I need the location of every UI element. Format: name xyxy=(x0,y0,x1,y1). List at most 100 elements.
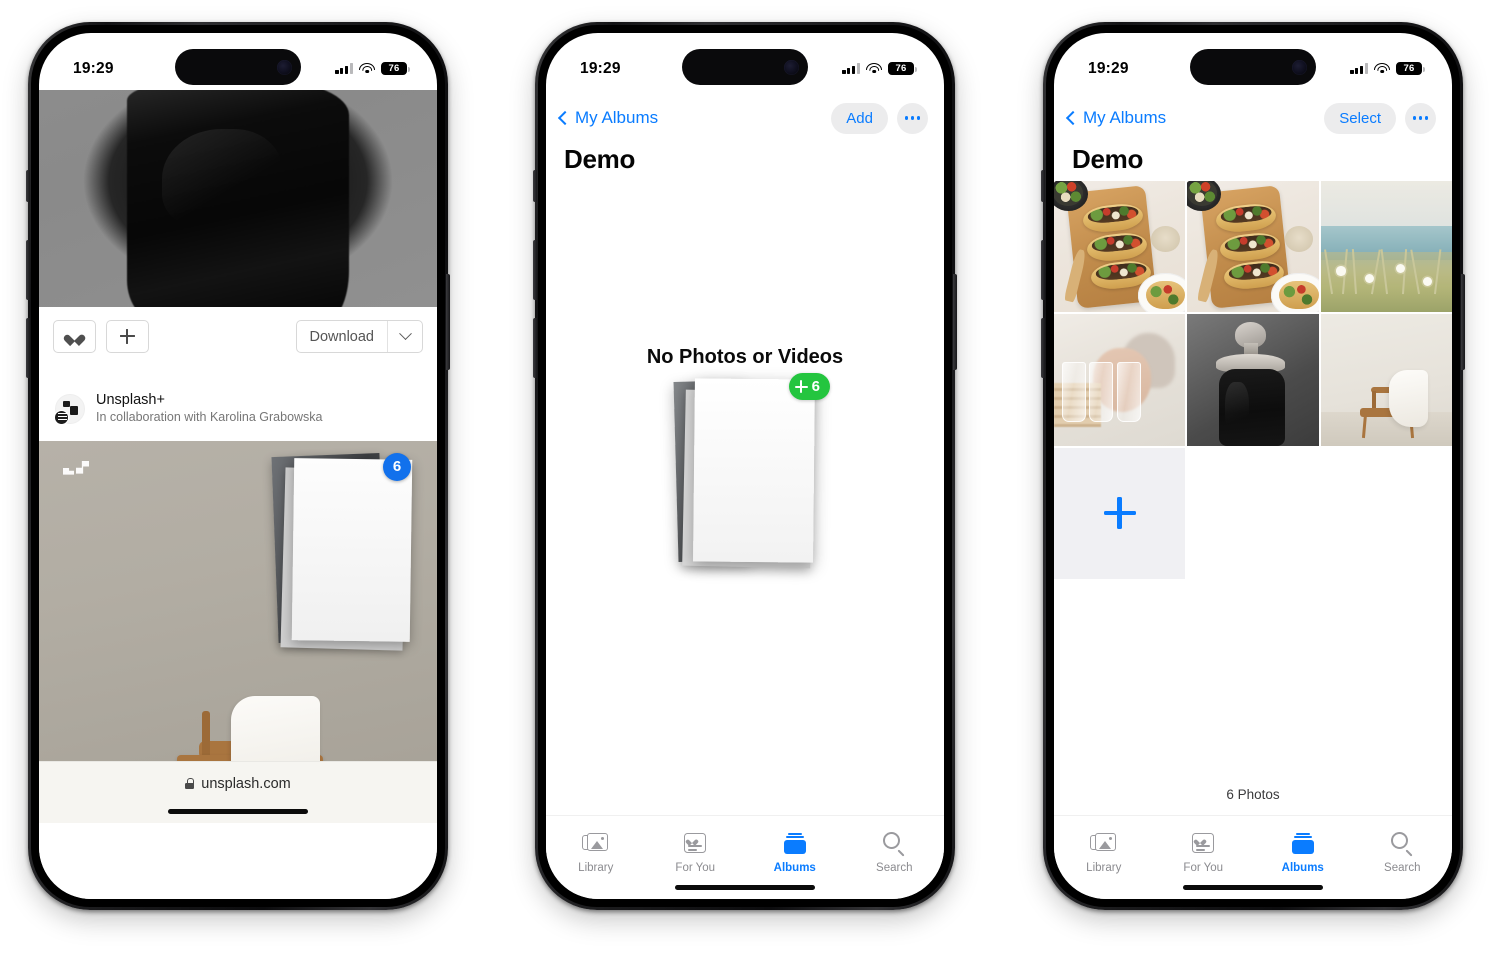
lock-icon xyxy=(185,778,195,790)
tacos-artwork xyxy=(1187,181,1319,313)
volume-down-button[interactable] xyxy=(533,318,537,378)
author-info: Unsplash+ In collaboration with Karolina… xyxy=(96,391,323,427)
volume-down-button[interactable] xyxy=(1041,318,1045,378)
back-to-my-albums[interactable]: My Albums xyxy=(1065,108,1167,128)
nav-actions: Select xyxy=(1324,102,1436,134)
silent-switch[interactable] xyxy=(533,170,537,202)
bw-portrait-artwork xyxy=(1187,314,1319,446)
empty-state-title: No Photos or Videos xyxy=(646,346,844,368)
albums-icon xyxy=(1290,830,1316,856)
tab-search-label: Search xyxy=(876,862,913,874)
status-time: 19:29 xyxy=(580,59,621,77)
album-title: Demo xyxy=(1072,144,1144,174)
drop-sheet-front xyxy=(693,378,815,563)
drop-count-badge: 6 xyxy=(788,373,830,400)
library-icon xyxy=(582,830,609,856)
power-button[interactable] xyxy=(953,274,957,370)
add-photos-tile[interactable] xyxy=(1054,447,1186,579)
dynamic-island xyxy=(1190,49,1316,85)
coast-artwork xyxy=(1320,181,1452,313)
battery-icon: 76 xyxy=(888,62,917,75)
status-time: 19:29 xyxy=(73,59,114,77)
author-name: Unsplash+ xyxy=(96,392,165,408)
photo-tile[interactable] xyxy=(1187,181,1319,313)
photo-tile[interactable] xyxy=(1054,314,1186,446)
tab-bar: Library For You Albums Search xyxy=(546,815,944,899)
library-icon xyxy=(1090,830,1117,856)
wifi-icon xyxy=(359,63,375,75)
volume-up-button[interactable] xyxy=(533,240,537,300)
download-button[interactable]: Download xyxy=(297,321,388,352)
glasses-portrait-artwork xyxy=(1054,314,1186,446)
phone-safari-unsplash: 19:29 76 Download Unsplash+ In collabora… xyxy=(26,22,450,910)
second-photo[interactable]: 6 unsplash.com xyxy=(39,440,437,823)
phone-screen: 19:29 76 My Albums Add Demo No Photos or… xyxy=(546,33,944,899)
photo-tile[interactable] xyxy=(1320,314,1452,446)
power-button[interactable] xyxy=(1461,274,1465,370)
add-tile-inner xyxy=(1054,448,1185,579)
url-row[interactable]: unsplash.com xyxy=(185,776,291,792)
author-subtitle: In collaboration with Karolina Grabowska xyxy=(96,410,323,425)
select-button[interactable]: Select xyxy=(1324,102,1396,134)
chevron-down-icon xyxy=(398,327,412,341)
phone-screen: 19:29 76 Download Unsplash+ In collabora… xyxy=(39,33,437,899)
volume-up-button[interactable] xyxy=(26,240,30,300)
unsplash-page: Download Unsplash+ In collaboration with… xyxy=(39,90,437,899)
drag-sheet-front xyxy=(291,457,413,642)
tab-for-you[interactable]: For You xyxy=(646,830,746,874)
photo-tile[interactable] xyxy=(1054,181,1186,313)
for-you-icon xyxy=(1192,830,1215,856)
like-button[interactable] xyxy=(53,320,96,353)
hero-photo[interactable] xyxy=(39,90,437,307)
battery-icon: 76 xyxy=(1396,62,1425,75)
volume-down-button[interactable] xyxy=(26,318,30,378)
volume-up-button[interactable] xyxy=(1041,240,1045,300)
dynamic-island xyxy=(175,49,301,85)
chevron-left-icon xyxy=(1065,110,1081,126)
tab-bar: Library For You Albums Search xyxy=(1054,815,1452,899)
add-to-collection-button[interactable] xyxy=(106,320,149,353)
battery-percent: 76 xyxy=(895,62,907,74)
tab-for-you[interactable]: For You xyxy=(1154,830,1254,874)
home-indicator[interactable] xyxy=(168,808,308,814)
author-row[interactable]: Unsplash+ In collaboration with Karolina… xyxy=(39,353,437,427)
tab-library[interactable]: Library xyxy=(546,830,646,874)
tab-albums[interactable]: Albums xyxy=(745,830,845,874)
tab-albums[interactable]: Albums xyxy=(1253,830,1353,874)
more-options-button[interactable] xyxy=(1405,102,1436,134)
silent-switch[interactable] xyxy=(26,170,30,202)
unsplash-watermark-icon xyxy=(63,461,91,481)
home-indicator[interactable] xyxy=(1183,885,1323,890)
download-options-button[interactable] xyxy=(387,321,422,352)
back-label: My Albums xyxy=(1083,108,1167,127)
signal-bars-icon xyxy=(1350,63,1368,74)
status-indicators: 76 xyxy=(335,62,410,75)
photo-count-label: 6 Photos xyxy=(1226,787,1280,802)
safari-address-bar[interactable]: unsplash.com xyxy=(39,760,437,823)
tab-search[interactable]: Search xyxy=(1353,830,1453,874)
tab-library[interactable]: Library xyxy=(1054,830,1154,874)
battery-percent: 76 xyxy=(1403,62,1415,74)
silent-switch[interactable] xyxy=(1041,170,1045,202)
drop-preview-stack[interactable]: 6 xyxy=(670,373,830,570)
tab-search[interactable]: Search xyxy=(845,830,945,874)
tacos-artwork xyxy=(1054,181,1186,313)
tab-library-label: Library xyxy=(1086,862,1122,874)
front-camera-icon xyxy=(277,59,292,75)
tab-library-label: Library xyxy=(578,862,614,874)
power-button[interactable] xyxy=(446,274,450,370)
photo-tile[interactable] xyxy=(1187,314,1319,446)
photo-action-row: Download xyxy=(39,307,437,353)
photo-tile[interactable] xyxy=(1320,181,1452,313)
plus-icon xyxy=(120,329,135,344)
drag-preview-stack[interactable]: 6 xyxy=(271,452,415,651)
chair-artwork xyxy=(1320,314,1452,446)
wifi-icon xyxy=(1374,63,1390,75)
home-indicator[interactable] xyxy=(675,885,815,890)
front-camera-icon xyxy=(784,59,799,75)
screenshot-stage: 19:29 76 Download Unsplash+ In collabora… xyxy=(0,0,1500,958)
tab-for-you-label: For You xyxy=(1183,862,1224,874)
drop-count: 6 xyxy=(811,378,820,395)
photo-grid xyxy=(1054,181,1452,579)
tab-for-you-label: For You xyxy=(675,862,716,874)
